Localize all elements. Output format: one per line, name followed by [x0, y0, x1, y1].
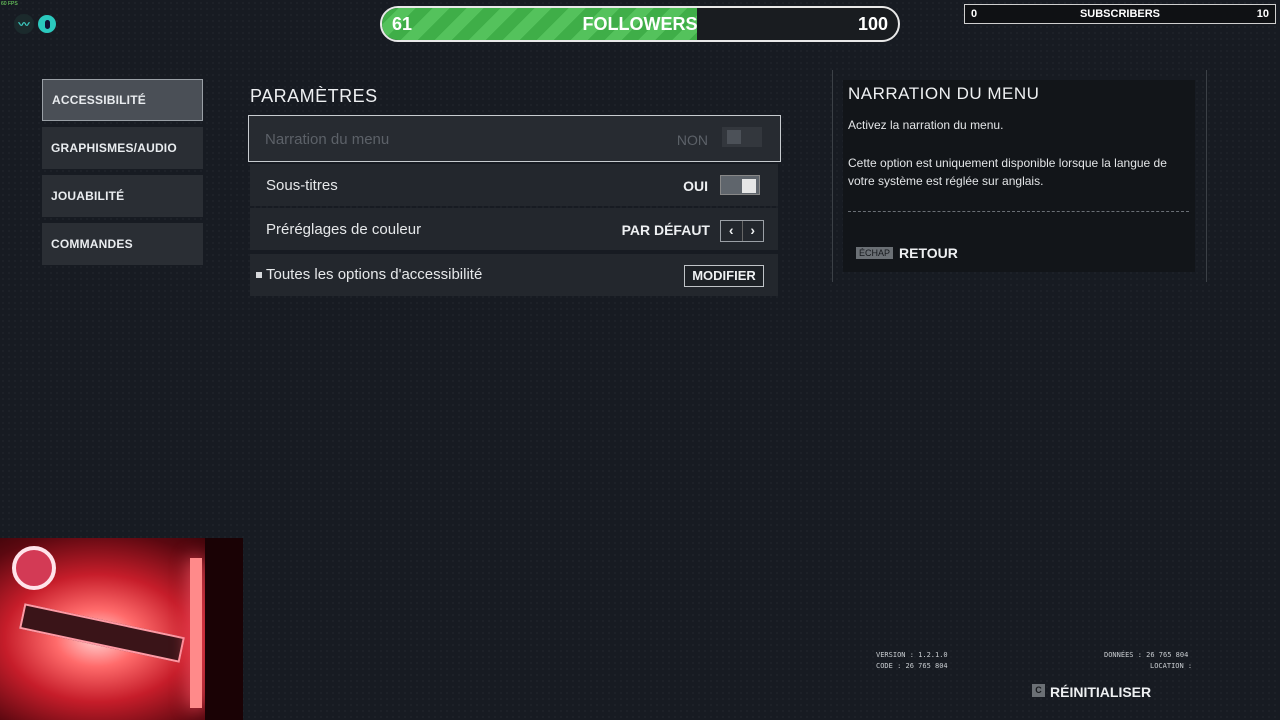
setting-value: PAR DÉFAUT [621, 222, 710, 238]
nav-item-commandes[interactable]: COMMANDES [42, 223, 203, 265]
chevron-left-icon[interactable]: ‹ [721, 221, 743, 241]
subtitles-toggle[interactable] [720, 175, 760, 195]
bullet-icon [256, 272, 262, 278]
nav-item-graphismes-audio[interactable]: GRAPHISMES/AUDIO [42, 127, 203, 169]
stream-logo: 〰 [14, 14, 56, 34]
description-panel: NARRATION DU MENU Activez la narration d… [843, 80, 1195, 272]
webcam-shadow [205, 538, 243, 720]
followers-label: FOLLOWERS [582, 14, 698, 34]
setting-label: Sous-titres [266, 177, 338, 194]
reset-button[interactable]: RÉINITIALISER [1050, 684, 1151, 700]
setting-label: Préréglages de couleur [266, 221, 422, 238]
color-preset-selector[interactable]: ‹ › [720, 220, 764, 242]
description-text: Activez la narration du menu. [848, 118, 1004, 132]
setting-row-subtitles[interactable]: Sous-titres OUI [250, 164, 778, 206]
description-title: NARRATION DU MENU [848, 84, 1040, 103]
setting-row-menu-narration[interactable]: Narration du menu NON [248, 115, 781, 162]
setting-value: NON [676, 132, 708, 148]
setting-label: Narration du menu [265, 131, 390, 148]
nav-item-jouabilite[interactable]: JOUABILITÉ [42, 175, 203, 217]
setting-row-color-presets[interactable]: Préréglages de couleur PAR DÉFAUT ‹ › [250, 208, 778, 250]
setting-label: Toutes les options d'accessibilité [266, 266, 483, 283]
microphone-icon [38, 15, 56, 33]
graphics-card [19, 603, 185, 663]
back-button[interactable]: RETOUR [899, 245, 958, 261]
escape-key-badge: ÉCHAP [856, 247, 894, 259]
wave-logo-icon: 〰 [14, 14, 34, 34]
followers-goal: 100 [857, 14, 888, 34]
subscribers-goal: 10 [1256, 8, 1269, 20]
webcam-feed [0, 538, 243, 720]
setting-value: OUI [683, 178, 708, 194]
divider [848, 211, 1189, 212]
followers-goal-bar: 61 FOLLOWERS 100 [380, 6, 900, 42]
fps-counter: 60 FPS [1, 1, 18, 7]
version-text: VERSION : 1.2.1.0 [876, 651, 948, 659]
pc-fan [12, 546, 56, 590]
rgb-light-bar [190, 558, 202, 708]
setting-row-all-accessibility[interactable]: Toutes les options d'accessibilité MODIF… [250, 254, 778, 296]
modify-button[interactable]: MODIFIER [684, 265, 764, 287]
location-text: LOCATION : [1150, 662, 1193, 670]
page-title: PARAMÈTRES [250, 86, 378, 106]
chevron-right-icon[interactable]: › [743, 221, 764, 241]
menu-narration-toggle[interactable] [722, 127, 762, 147]
description-note: Cette option est uniquement disponible l… [848, 156, 1167, 188]
data-text: DONNÉES : 26 765 804 [1104, 651, 1189, 659]
code-text: CODE : 26 765 804 [876, 662, 948, 670]
nav-item-accessibilite[interactable]: ACCESSIBILITÉ [42, 79, 203, 121]
reset-key-badge: C [1032, 684, 1045, 697]
subscribers-label: SUBSCRIBERS [1079, 8, 1161, 20]
subscribers-goal-bar: 0 SUBSCRIBERS 10 [964, 4, 1276, 24]
